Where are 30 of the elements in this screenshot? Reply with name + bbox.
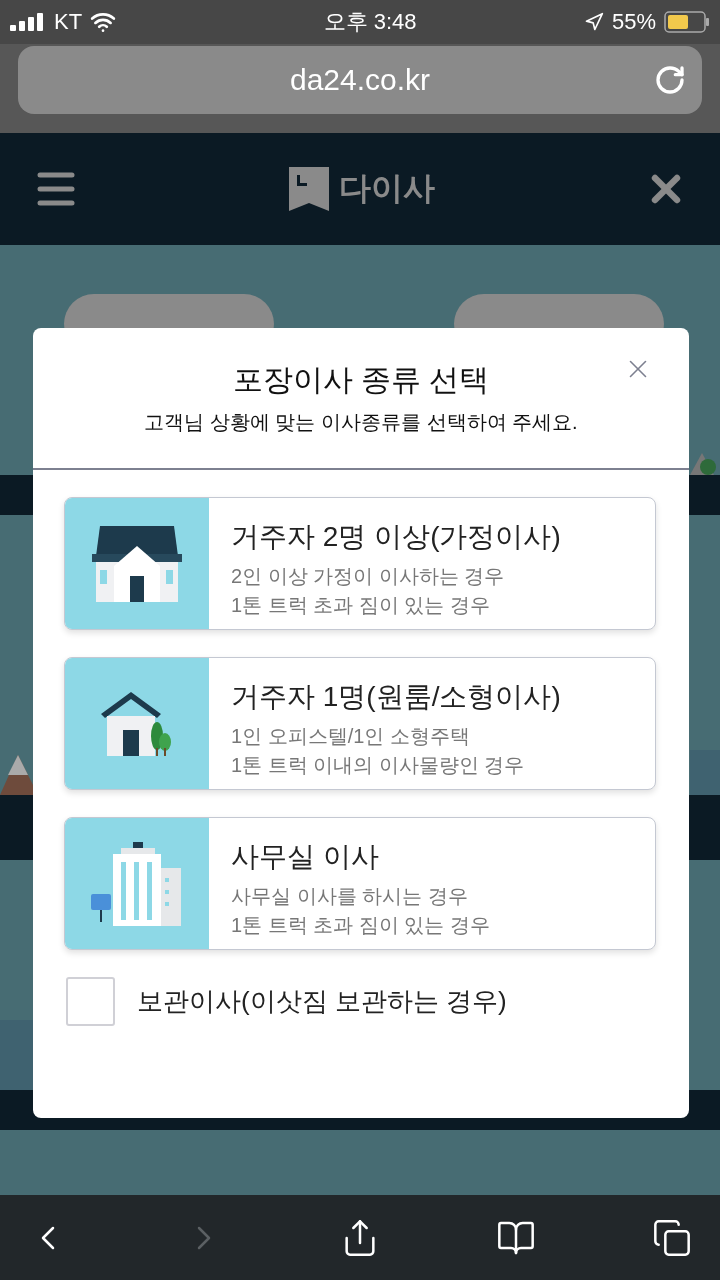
option-description: 2인 이상 가정이 이사하는 경우 xyxy=(231,564,506,589)
tabs-icon xyxy=(652,1217,692,1258)
bookmark-logo-icon xyxy=(289,167,329,211)
building-icon xyxy=(91,841,183,926)
option-card[interactable]: 사무실 이사 사무실 이사를 하시는 경우 1톤 트럭 초과 짐이 있는 경우 xyxy=(64,817,656,950)
signal-icon xyxy=(10,13,46,31)
location-arrow-icon xyxy=(583,12,604,32)
option-card[interactable]: 거주자 1명(원룸/소형이사) 1인 오피스텔/1인 소형주택 1톤 트럭 이내의 이사물량인 경우 xyxy=(64,657,656,790)
battery-icon xyxy=(664,11,710,33)
logo-text: 다이사 xyxy=(339,169,435,208)
carrier-name: KT xyxy=(54,9,83,35)
option-description: 1톤 트럭 초과 짐이 있는 경우 xyxy=(231,913,490,938)
storage-checkbox[interactable] xyxy=(66,977,115,1026)
option-description: 1톤 트럭 이내의 이사물량인 경우 xyxy=(231,753,526,778)
tabs-button[interactable] xyxy=(652,1217,692,1258)
option-description: 1인 오피스텔/1인 소형주택 xyxy=(231,724,471,749)
option-card[interactable]: 거주자 2명 이상(가정이사) 2인 이상 가정이 이사하는 경우 1톤 트럭 초과 짐이 있는 경우 xyxy=(64,497,656,630)
dialog-subtitle: 고객님 상황에 맞는 이사종류를 선택하여 주세요. xyxy=(144,410,578,435)
option-description: 1톤 트럭 초과 짐이 있는 경우 xyxy=(231,593,491,618)
clock-time: 오후 3:48 xyxy=(323,8,417,36)
battery-percent: 55% xyxy=(611,9,656,35)
house-icon xyxy=(101,691,173,756)
reload-icon[interactable] xyxy=(654,64,686,96)
option-description: 사무실 이사를 하시는 경우 xyxy=(231,884,469,909)
house-icon xyxy=(92,525,182,602)
checkbox-label: 보관이사(이삿짐 보관하는 경우) xyxy=(137,985,507,1018)
option-title: 사무실 이사 xyxy=(231,840,380,874)
option-title: 거주자 2명 이상(가정이사) xyxy=(231,520,561,554)
option-title: 거주자 1명(원룸/소형이사) xyxy=(231,680,561,714)
dialog-title: 포장이사 종류 선택 xyxy=(232,362,490,398)
